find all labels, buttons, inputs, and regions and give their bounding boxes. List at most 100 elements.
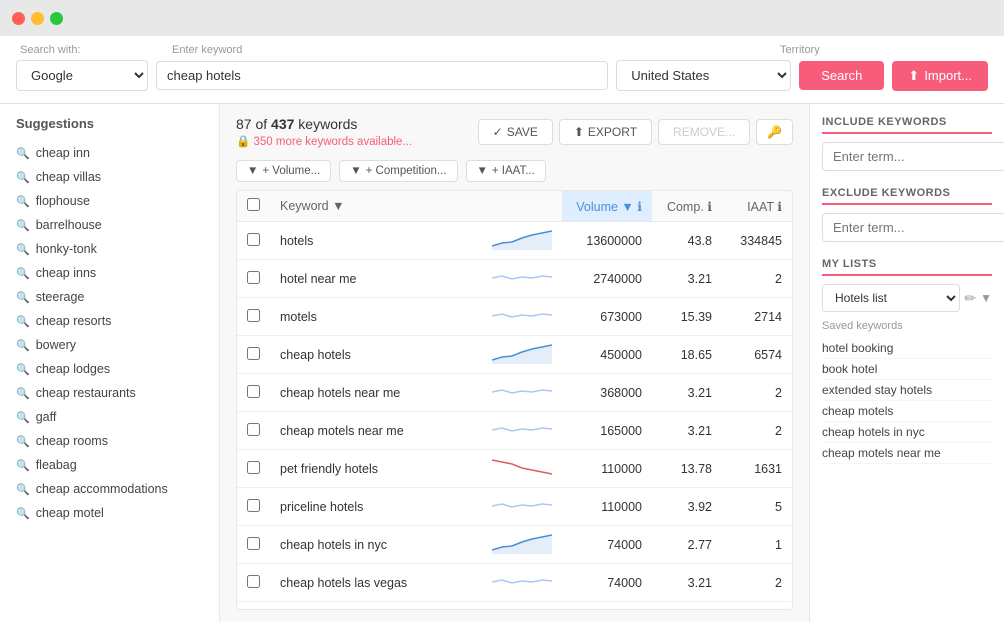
key-button[interactable]: 🔑 bbox=[756, 119, 793, 145]
row-checkbox[interactable] bbox=[247, 423, 260, 436]
include-title: INCLUDE KEYWORDS bbox=[822, 116, 992, 134]
row-checkbox[interactable] bbox=[247, 537, 260, 550]
search-icon: 🔍 bbox=[16, 363, 30, 376]
keyword-cell[interactable]: cheap hotels bbox=[270, 336, 482, 374]
trend-sparkline bbox=[492, 570, 552, 592]
iaat-filter[interactable]: ▼ + IAAT... bbox=[466, 160, 546, 182]
more-keywords-link[interactable]: 350 more keywords available... bbox=[236, 134, 412, 148]
comp-cell: 2.77 bbox=[652, 602, 722, 611]
volume-header[interactable]: Volume ▼ ℹ bbox=[562, 191, 652, 222]
export-icon: ⬆ bbox=[574, 125, 584, 139]
iaat-cell: 2 bbox=[722, 260, 792, 298]
keyword-cell[interactable]: motels bbox=[270, 298, 482, 336]
sidebar-item[interactable]: 🔍bowery bbox=[0, 333, 219, 357]
search-button[interactable]: Search bbox=[799, 61, 884, 90]
search-icon: 🔍 bbox=[16, 171, 30, 184]
row-checkbox[interactable] bbox=[247, 309, 260, 322]
row-checkbox[interactable] bbox=[247, 385, 260, 398]
iaat-header[interactable]: IAAT ℹ bbox=[722, 191, 792, 222]
import-button[interactable]: ⬆ Import... bbox=[892, 61, 988, 91]
keyword-cell[interactable]: cheap hotels near me bbox=[270, 374, 482, 412]
search-icon: 🔍 bbox=[16, 219, 30, 232]
saved-keyword-item: cheap motels bbox=[822, 401, 992, 422]
list-select[interactable]: Hotels list bbox=[822, 284, 960, 312]
iaat-cell: 6574 bbox=[722, 336, 792, 374]
keyword-cell[interactable]: cheap hotels in nyc bbox=[270, 526, 482, 564]
row-checkbox-cell bbox=[237, 564, 270, 602]
comp-cell: 3.21 bbox=[652, 564, 722, 602]
keywords-table-wrapper: Keyword ▼ Volume ▼ ℹ Comp. ℹ IAAT ℹ hote… bbox=[236, 190, 793, 610]
comp-header[interactable]: Comp. ℹ bbox=[652, 191, 722, 222]
keyword-cell[interactable]: hotel near me bbox=[270, 260, 482, 298]
keyword-cell[interactable]: pet friendly hotels bbox=[270, 450, 482, 488]
select-all-checkbox[interactable] bbox=[247, 198, 260, 211]
row-checkbox[interactable] bbox=[247, 347, 260, 360]
search-engine-select[interactable]: Google Bing bbox=[16, 60, 148, 91]
sidebar-item[interactable]: 🔍honky-tonk bbox=[0, 237, 219, 261]
table-row: hotel near me 2740000 3.21 2 bbox=[237, 260, 792, 298]
sidebar-item-label: cheap resorts bbox=[36, 314, 112, 328]
list-select-row: Hotels list ✏ ▼ bbox=[822, 284, 992, 312]
maximize-button[interactable] bbox=[50, 12, 63, 25]
volume-cell: 368000 bbox=[562, 374, 652, 412]
include-term-input[interactable] bbox=[822, 142, 1004, 171]
search-icon: 🔍 bbox=[16, 435, 30, 448]
topbar: Search with: Enter keyword Territory Goo… bbox=[0, 36, 1004, 104]
sidebar-item[interactable]: 🔍cheap inn bbox=[0, 141, 219, 165]
row-checkbox[interactable] bbox=[247, 271, 260, 284]
close-button[interactable] bbox=[12, 12, 25, 25]
sidebar-item-label: fleabag bbox=[36, 458, 77, 472]
table-row: cheap hotels 450000 18.65 6574 bbox=[237, 336, 792, 374]
keywords-count: 87 of 437 keywords bbox=[236, 116, 412, 132]
volume-filter[interactable]: ▼ + Volume... bbox=[236, 160, 331, 182]
sidebar-item[interactable]: 🔍cheap lodges bbox=[0, 357, 219, 381]
comp-cell: 13.78 bbox=[652, 450, 722, 488]
export-button[interactable]: ⬆ EXPORT bbox=[559, 119, 652, 145]
competition-filter[interactable]: ▼ + Competition... bbox=[339, 160, 457, 182]
sidebar-item[interactable]: 🔍cheap motel bbox=[0, 501, 219, 525]
table-row: priceline hotels 110000 3.92 5 bbox=[237, 488, 792, 526]
sidebar-item[interactable]: 🔍steerage bbox=[0, 285, 219, 309]
sidebar-item[interactable]: 🔍cheap villas bbox=[0, 165, 219, 189]
keyword-cell[interactable]: hotels bbox=[270, 222, 482, 260]
keyword-cell[interactable]: cheap hotels las vegas bbox=[270, 564, 482, 602]
row-checkbox[interactable] bbox=[247, 461, 260, 474]
sidebar-item[interactable]: 🔍cheap resorts bbox=[0, 309, 219, 333]
upload-icon: ⬆ bbox=[908, 68, 919, 84]
saved-keywords-container: hotel bookingbook hotelextended stay hot… bbox=[822, 338, 992, 464]
territory-select[interactable]: United States United Kingdom Canada bbox=[616, 60, 791, 91]
row-checkbox[interactable] bbox=[247, 575, 260, 588]
keyword-cell[interactable]: cheap motels near me bbox=[270, 412, 482, 450]
minimize-button[interactable] bbox=[31, 12, 44, 25]
sidebar-item[interactable]: 🔍cheap inns bbox=[0, 261, 219, 285]
iaat-cell: 1631 bbox=[722, 450, 792, 488]
sidebar-item[interactable]: 🔍cheap accommodations bbox=[0, 477, 219, 501]
search-icon: 🔍 bbox=[16, 339, 30, 352]
save-button[interactable]: ✓ SAVE bbox=[478, 119, 553, 145]
sidebar-item[interactable]: 🔍gaff bbox=[0, 405, 219, 429]
table-header-row: Keyword ▼ Volume ▼ ℹ Comp. ℹ IAAT ℹ bbox=[237, 191, 792, 222]
remove-button[interactable]: REMOVE... bbox=[658, 119, 750, 145]
topbar-labels: Search with: Enter keyword Territory bbox=[16, 44, 988, 56]
header-actions: ✓ SAVE ⬆ EXPORT REMOVE... 🔑 bbox=[478, 119, 793, 145]
sidebar-item[interactable]: 🔍cheap restaurants bbox=[0, 381, 219, 405]
sidebar-item[interactable]: 🔍cheap rooms bbox=[0, 429, 219, 453]
include-term-row: Add bbox=[822, 142, 992, 171]
comp-cell: 3.21 bbox=[652, 374, 722, 412]
edit-list-button[interactable]: ✏ bbox=[964, 290, 976, 307]
search-icon: 🔍 bbox=[16, 507, 30, 520]
exclude-term-input[interactable] bbox=[822, 213, 1004, 242]
sidebar-item[interactable]: 🔍fleabag bbox=[0, 453, 219, 477]
sidebar-item[interactable]: 🔍barrelhouse bbox=[0, 213, 219, 237]
saved-keywords-label: Saved keywords bbox=[822, 320, 992, 332]
keyword-header[interactable]: Keyword ▼ bbox=[270, 191, 482, 222]
row-checkbox[interactable] bbox=[247, 499, 260, 512]
table-body: hotels 13600000 43.8 334845 hotel near m… bbox=[237, 222, 792, 611]
row-checkbox[interactable] bbox=[247, 233, 260, 246]
comp-cell: 3.92 bbox=[652, 488, 722, 526]
keyword-cell[interactable]: priceline hotels bbox=[270, 488, 482, 526]
keyword-input[interactable] bbox=[156, 61, 608, 90]
list-chevron-button[interactable]: ▼ bbox=[980, 291, 992, 305]
sidebar-item[interactable]: 🔍flophouse bbox=[0, 189, 219, 213]
keyword-cell[interactable]: google hotels bbox=[270, 602, 482, 611]
